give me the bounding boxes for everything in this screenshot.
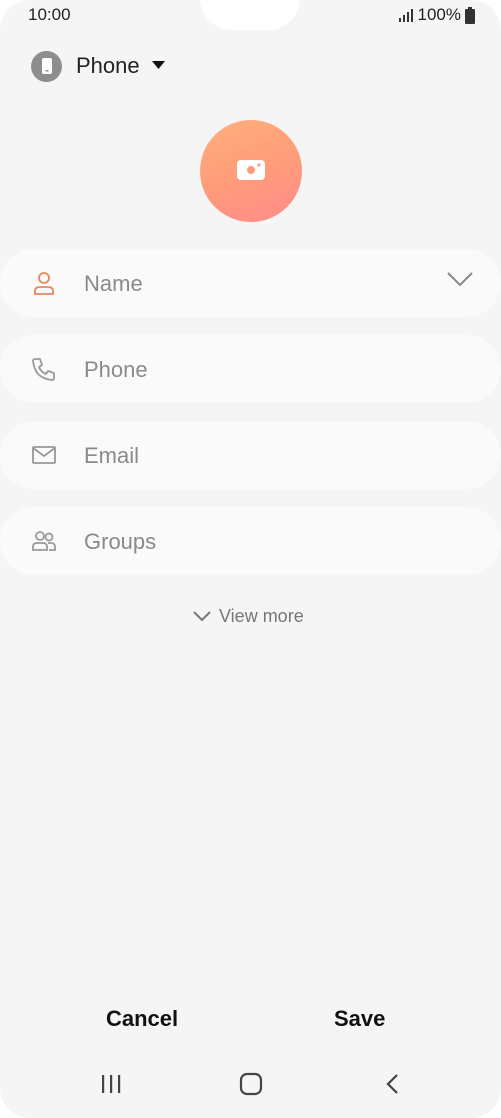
cancel-button[interactable]: Cancel (106, 1006, 178, 1032)
people-icon (31, 528, 57, 554)
add-photo-button[interactable] (200, 120, 302, 222)
camera-icon (237, 158, 265, 185)
email-field[interactable]: Email (0, 421, 501, 489)
home-icon (239, 1072, 263, 1101)
add-contact-screen: 10:00 100% Phone Name Phone Email Groups… (0, 0, 501, 1118)
phone-field[interactable]: Phone (0, 335, 501, 403)
status-bar: 10:00 100% (0, 0, 501, 30)
battery-icon (465, 6, 475, 24)
groups-placeholder: Groups (84, 529, 157, 554)
home-button[interactable] (236, 1072, 266, 1100)
status-indicators: 100% (398, 5, 475, 25)
recent-apps-button[interactable] (96, 1072, 126, 1100)
back-chevron-icon (385, 1073, 399, 1100)
navigation-bar (0, 1062, 501, 1110)
chevron-down-icon (193, 606, 211, 627)
signal-icon (398, 8, 414, 22)
view-more-button[interactable]: View more (193, 606, 304, 627)
storage-location-label: Phone (76, 53, 140, 78)
email-placeholder: Email (84, 443, 140, 468)
bottom-action-bar: Cancel Save (0, 1000, 501, 1044)
person-icon (31, 270, 57, 296)
battery-level: 100% (417, 5, 461, 24)
caret-down-icon (151, 57, 165, 75)
phone-placeholder: Phone (84, 357, 148, 382)
storage-location-dropdown[interactable]: Phone (31, 50, 165, 82)
envelope-icon (31, 442, 57, 468)
name-placeholder: Name (84, 271, 143, 296)
recents-icon (100, 1074, 122, 1099)
save-button[interactable]: Save (334, 1006, 385, 1032)
phone-device-icon (31, 50, 62, 82)
name-field[interactable]: Name (0, 249, 501, 317)
chevron-down-icon[interactable] (447, 271, 473, 292)
status-time: 10:00 (28, 5, 71, 24)
view-more-label: View more (219, 606, 304, 626)
phone-icon (31, 356, 57, 382)
groups-field[interactable]: Groups (0, 507, 501, 575)
back-button[interactable] (377, 1072, 407, 1100)
